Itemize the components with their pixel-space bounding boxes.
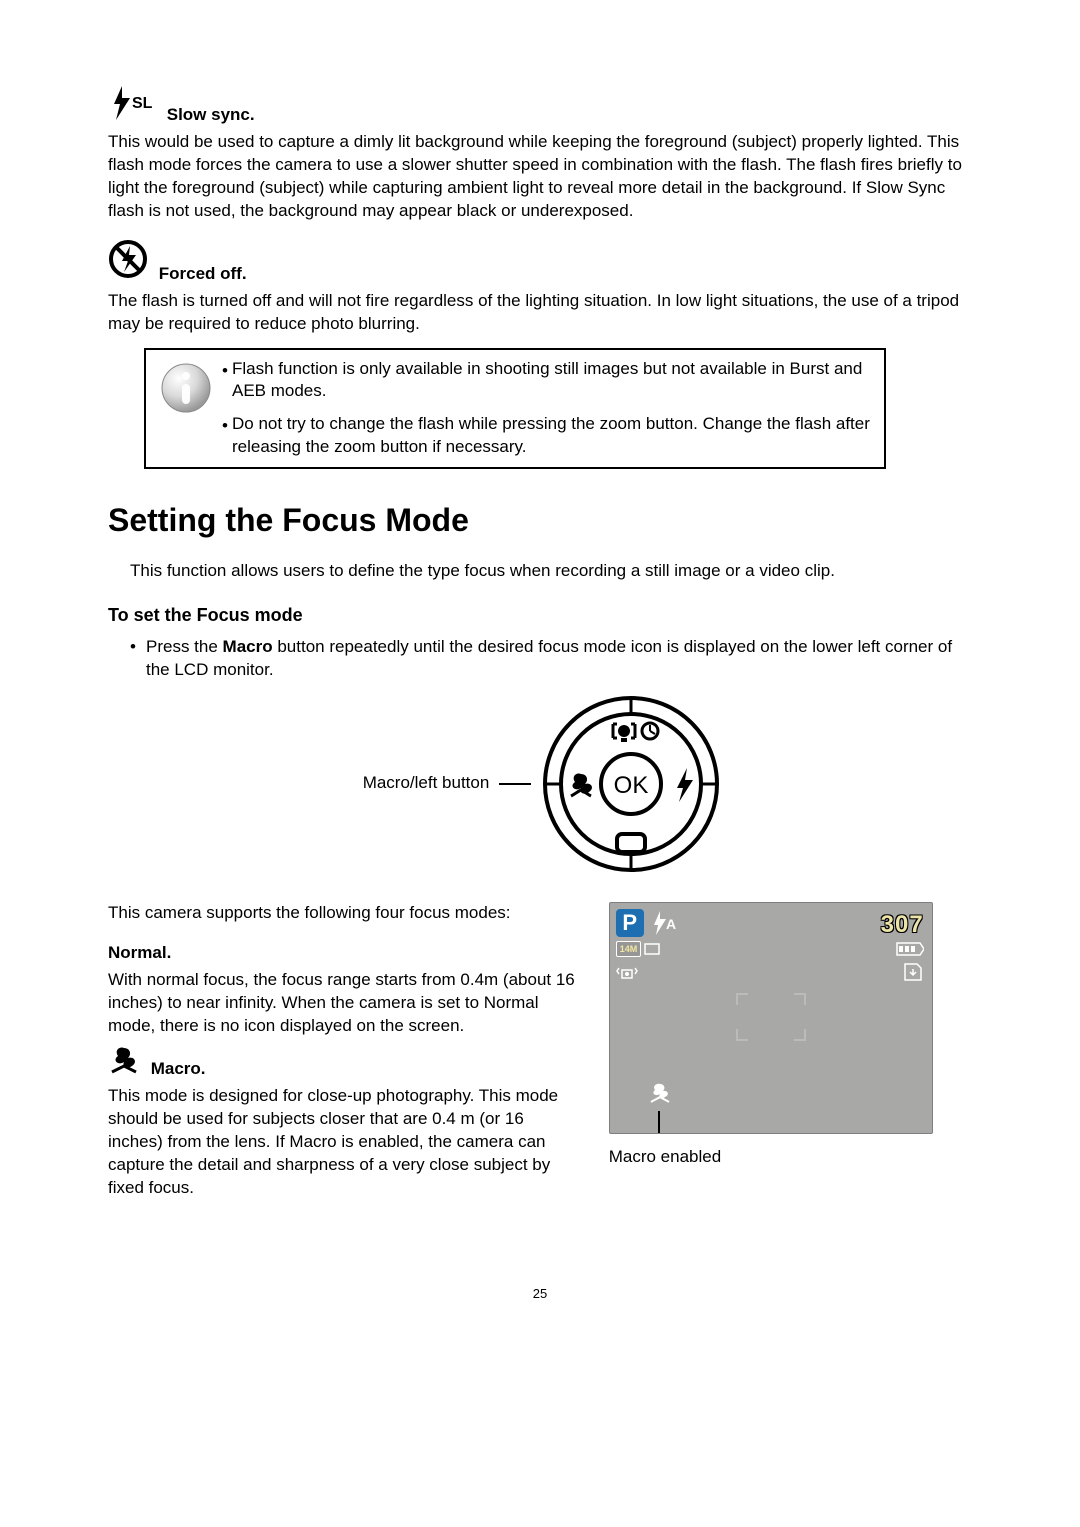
page-number: 25 <box>0 1285 1080 1303</box>
lcd-stabilizer-icon <box>616 965 636 990</box>
control-dial-diagram: Macro/left button OK <box>108 694 976 874</box>
macro-title: Macro. <box>151 1059 206 1078</box>
instruction-bullet: • Press the Macro button repeatedly unti… <box>130 636 976 682</box>
control-dial-icon: OK <box>541 694 721 874</box>
macro-icon <box>108 1046 140 1081</box>
flash-sl-suffix: SL <box>132 95 153 112</box>
macro-mode-section: Macro. This mode is designed for close-u… <box>108 1046 577 1200</box>
notice-item: • Flash function is only available in sh… <box>222 358 874 404</box>
normal-mode-section: Normal. With normal focus, the focus ran… <box>108 942 577 1038</box>
normal-title: Normal. <box>108 943 171 962</box>
bullet-bold: Macro <box>223 637 273 656</box>
notice-item-text: Flash function is only available in shoo… <box>232 358 874 404</box>
document-page: SL Slow sync. This would be used to capt… <box>0 0 1080 1527</box>
slow-sync-section: SL Slow sync. This would be used to capt… <box>108 86 976 223</box>
normal-body: With normal focus, the focus range start… <box>108 969 577 1038</box>
ok-label: OK <box>614 772 649 799</box>
diagram-label: Macro/left button <box>363 772 490 795</box>
lcd-resolution-icon: 14M <box>616 941 660 957</box>
section-heading: Setting the Focus Mode <box>108 499 976 542</box>
forced-off-section: Forced off. The flash is turned off and … <box>108 239 976 336</box>
flash-sl-icon: SL <box>108 86 156 127</box>
notice-item-text: Do not try to change the flash while pre… <box>232 413 874 459</box>
lcd-flash-icon: A <box>650 911 678 941</box>
lcd-mode-icon: P <box>616 909 644 937</box>
lcd-flash-auto-label: A <box>666 916 676 932</box>
lcd-macro-icon <box>648 1082 672 1111</box>
bullet-prefix: Press the <box>146 637 223 656</box>
slow-sync-body: This would be used to capture a dimly li… <box>108 131 976 223</box>
forced-off-icon <box>108 239 148 286</box>
lcd-preview: P A 307 14M <box>609 902 933 1134</box>
intro-text: This function allows users to define the… <box>108 560 976 583</box>
supported-intro: This camera supports the following four … <box>108 902 577 925</box>
macro-body: This mode is designed for close-up photo… <box>108 1085 577 1200</box>
focus-brackets <box>610 993 932 1005</box>
forced-off-title: Forced off. <box>159 264 247 283</box>
forced-off-body: The flash is turned off and will not fir… <box>108 290 976 336</box>
lcd-shots-counter: 307 <box>881 909 924 941</box>
callout-line <box>658 1111 660 1133</box>
sub-heading: To set the Focus mode <box>108 603 976 627</box>
lcd-caption: Macro enabled <box>609 1146 976 1169</box>
info-icon <box>154 358 218 460</box>
notice-box: • Flash function is only available in sh… <box>144 348 886 470</box>
focus-brackets <box>610 1029 932 1041</box>
notice-item: • Do not try to change the flash while p… <box>222 413 874 459</box>
lcd-card-icon <box>902 961 924 990</box>
slow-sync-title: Slow sync. <box>167 105 255 124</box>
